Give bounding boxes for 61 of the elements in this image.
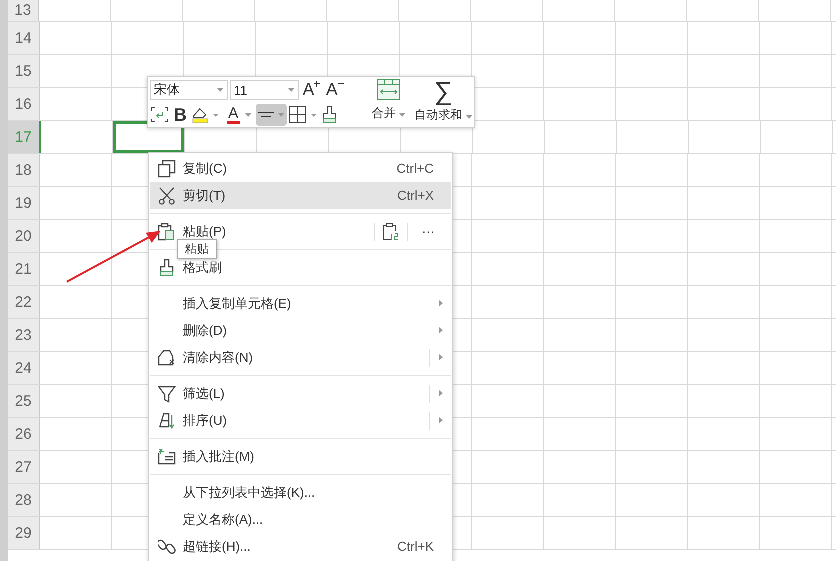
merge-button[interactable]: 合并 [368, 79, 410, 125]
eraser-icon [158, 348, 176, 366]
grow-font-button[interactable]: A [301, 79, 322, 101]
comment-icon [158, 448, 176, 466]
caret-icon [244, 113, 252, 117]
menu-item[interactable]: 超链接(H)... Ctrl+K [150, 533, 451, 560]
menu-item[interactable]: 插入复制单元格(E) [150, 290, 451, 317]
bold-button[interactable]: B [172, 104, 189, 126]
merge-icon [377, 79, 402, 101]
row-header[interactable]: 25 [8, 385, 40, 417]
menu-item[interactable]: 剪切(T) Ctrl+X [150, 182, 451, 209]
row-header[interactable]: 15 [8, 55, 40, 87]
copy-icon [158, 160, 176, 178]
menu-item[interactable]: 删除(D) [150, 317, 451, 344]
more-button[interactable]: ··· [416, 223, 441, 240]
row-header[interactable]: 18 [8, 154, 40, 186]
menu-item[interactable]: 筛选(L) [150, 380, 451, 407]
font-size-field[interactable]: 11 [230, 80, 299, 100]
row-header[interactable]: 28 [8, 484, 40, 516]
font-color-button[interactable]: A [225, 104, 254, 126]
row-header[interactable]: 23 [8, 319, 40, 351]
brush-icon [321, 106, 340, 124]
row-header[interactable]: 13 [8, 0, 39, 21]
caret-icon [278, 113, 286, 117]
clipboard-icon [158, 222, 176, 240]
menu-item[interactable]: 插入批注(M) [150, 443, 451, 470]
row-header[interactable]: 21 [8, 253, 40, 285]
wrap-icon [150, 106, 170, 124]
caret-icon [466, 115, 473, 119]
menu-item[interactable]: 排序(U) [150, 407, 451, 434]
font-field[interactable]: 宋体 [150, 80, 228, 100]
row-header[interactable]: 19 [8, 187, 40, 219]
funnel-icon [158, 384, 176, 402]
plus-icon [314, 81, 320, 87]
caret-icon [217, 88, 224, 92]
row-header[interactable]: 20 [8, 220, 40, 252]
paste-special-icon [383, 222, 399, 240]
sort-icon [158, 412, 176, 430]
row-header[interactable]: 22 [8, 286, 40, 318]
row-header[interactable]: 29 [8, 517, 40, 549]
row-header[interactable]: 14 [8, 22, 40, 54]
row-header[interactable]: 16 [8, 88, 40, 120]
autosum-button[interactable]: ∑ 自动求和 [410, 79, 477, 125]
row-header[interactable]: 24 [8, 352, 40, 384]
menu-item[interactable]: 清除内容(N) [150, 344, 451, 371]
row-header[interactable]: 27 [8, 451, 40, 483]
shrink-font-button[interactable]: A [324, 79, 346, 101]
caret-icon [399, 113, 406, 117]
brush-icon [158, 258, 176, 276]
borders-icon [289, 106, 320, 124]
align-center-icon [258, 112, 274, 118]
caret-icon [288, 88, 295, 92]
menu-item[interactable]: 定义名称(A)... [150, 506, 451, 533]
row-header[interactable]: 26 [8, 418, 40, 450]
tooltip: 粘贴 [177, 239, 217, 259]
scissors-icon [158, 186, 176, 204]
menu-item[interactable]: 从下拉列表中选择(K)... [150, 479, 451, 506]
align-center-button[interactable] [256, 104, 288, 126]
minus-icon [338, 83, 344, 85]
link-icon [158, 538, 176, 556]
menu-item[interactable]: 复制(C) Ctrl+C [150, 155, 451, 182]
